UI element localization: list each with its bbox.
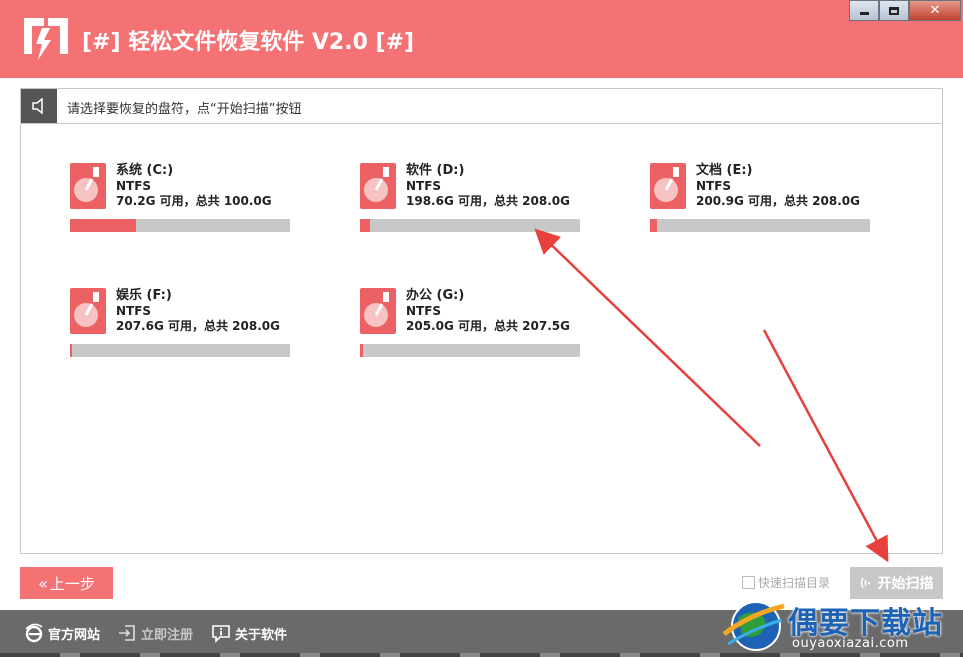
maximize-icon [889, 6, 899, 15]
hard-drive-icon [360, 288, 396, 334]
drive-name: 办公 (G:) [406, 288, 465, 303]
drive-usage-bar [70, 344, 290, 357]
scan-signal-icon [860, 577, 870, 589]
info-icon [212, 625, 230, 643]
watermark-url: ouyaoxiazai.com [792, 636, 909, 651]
drive-name: 文档 (E:) [696, 163, 753, 178]
drive-usage-bar [650, 219, 870, 232]
official-website-link[interactable]: 官方网站 [24, 623, 100, 643]
quick-scan-label: 快速扫描目录 [758, 576, 831, 590]
official-website-label: 官方网站 [48, 627, 101, 643]
drive-name: 系统 (C:) [116, 163, 174, 178]
drive-name: 娱乐 (F:) [116, 288, 172, 303]
checkbox-icon[interactable] [742, 576, 755, 589]
register-icon [119, 625, 135, 641]
hard-drive-icon [360, 163, 396, 209]
watermark-globe-icon [722, 601, 785, 651]
title-bar: [#] 轻松文件恢复软件 V2.0 [#] [0, 0, 963, 78]
drive-usage-fill [70, 219, 136, 232]
back-button[interactable]: « 上一步 [20, 567, 113, 599]
minimize-icon [859, 12, 869, 15]
drive-usage-fill [650, 219, 657, 232]
minimize-button[interactable] [849, 0, 879, 21]
drive-usage-bar [70, 219, 290, 232]
drive-item[interactable]: 办公 (G:) NTFS 205.0G 可用，总共 207.5G [360, 288, 582, 362]
drive-item[interactable]: 软件 (D:) NTFS 198.6G 可用，总共 208.0G [360, 163, 582, 237]
drive-space: 200.9G 可用，总共 208.0G [696, 194, 860, 208]
ie-icon [25, 623, 43, 643]
drive-item[interactable]: 文档 (E:) NTFS 200.9G 可用，总共 208.0G [650, 163, 872, 237]
drive-item[interactable]: 娱乐 (F:) NTFS 207.6G 可用，总共 208.0G [70, 288, 292, 362]
hint-text: 请选择要恢复的盘符，点“开始扫描”按钮 [67, 102, 302, 117]
drive-item[interactable]: 系统 (C:) NTFS 70.2G 可用，总共 100.0G [70, 163, 292, 237]
drive-usage-fill [70, 344, 72, 357]
drive-usage-fill [360, 344, 363, 357]
register-link[interactable]: 立即注册 [117, 623, 193, 643]
register-label: 立即注册 [141, 627, 194, 643]
quick-scan-checkbox[interactable]: 快速扫描目录 [742, 574, 830, 591]
app-logo-icon [24, 18, 68, 60]
about-label: 关于软件 [235, 627, 288, 643]
close-button[interactable]: ✕ [909, 0, 961, 21]
drive-space: 198.6G 可用，总共 208.0G [406, 194, 570, 208]
maximize-button[interactable] [879, 0, 909, 21]
drive-filesystem: NTFS [116, 179, 152, 193]
hard-drive-icon [650, 163, 686, 209]
drive-usage-bar [360, 219, 580, 232]
drive-name: 软件 (D:) [406, 163, 465, 178]
app-title: [#] 轻松文件恢复软件 V2.0 [#] [82, 30, 415, 55]
speaker-icon [21, 89, 57, 123]
watermark: 偶要下载站 ouyaoxiazai.com [720, 594, 960, 656]
drive-usage-bar [360, 344, 580, 357]
close-icon: ✕ [929, 3, 941, 18]
hint-bar: 请选择要恢复的盘符，点“开始扫描”按钮 [20, 88, 943, 124]
drive-space: 70.2G 可用，总共 100.0G [116, 194, 272, 208]
drive-space: 207.6G 可用，总共 208.0G [116, 319, 280, 333]
hard-drive-icon [70, 163, 106, 209]
drive-filesystem: NTFS [406, 179, 442, 193]
drive-usage-fill [360, 219, 370, 232]
about-link[interactable]: 关于软件 [211, 623, 287, 643]
window-controls: ✕ [849, 0, 963, 21]
chevron-left-icon: « [38, 573, 48, 593]
start-scan-label: 开始扫描 [877, 576, 934, 592]
drive-filesystem: NTFS [116, 304, 152, 318]
drive-filesystem: NTFS [406, 304, 442, 318]
hard-drive-icon [70, 288, 106, 334]
drive-filesystem: NTFS [696, 179, 732, 193]
drive-space: 205.0G 可用，总共 207.5G [406, 319, 570, 333]
back-button-label: 上一步 [49, 574, 95, 593]
